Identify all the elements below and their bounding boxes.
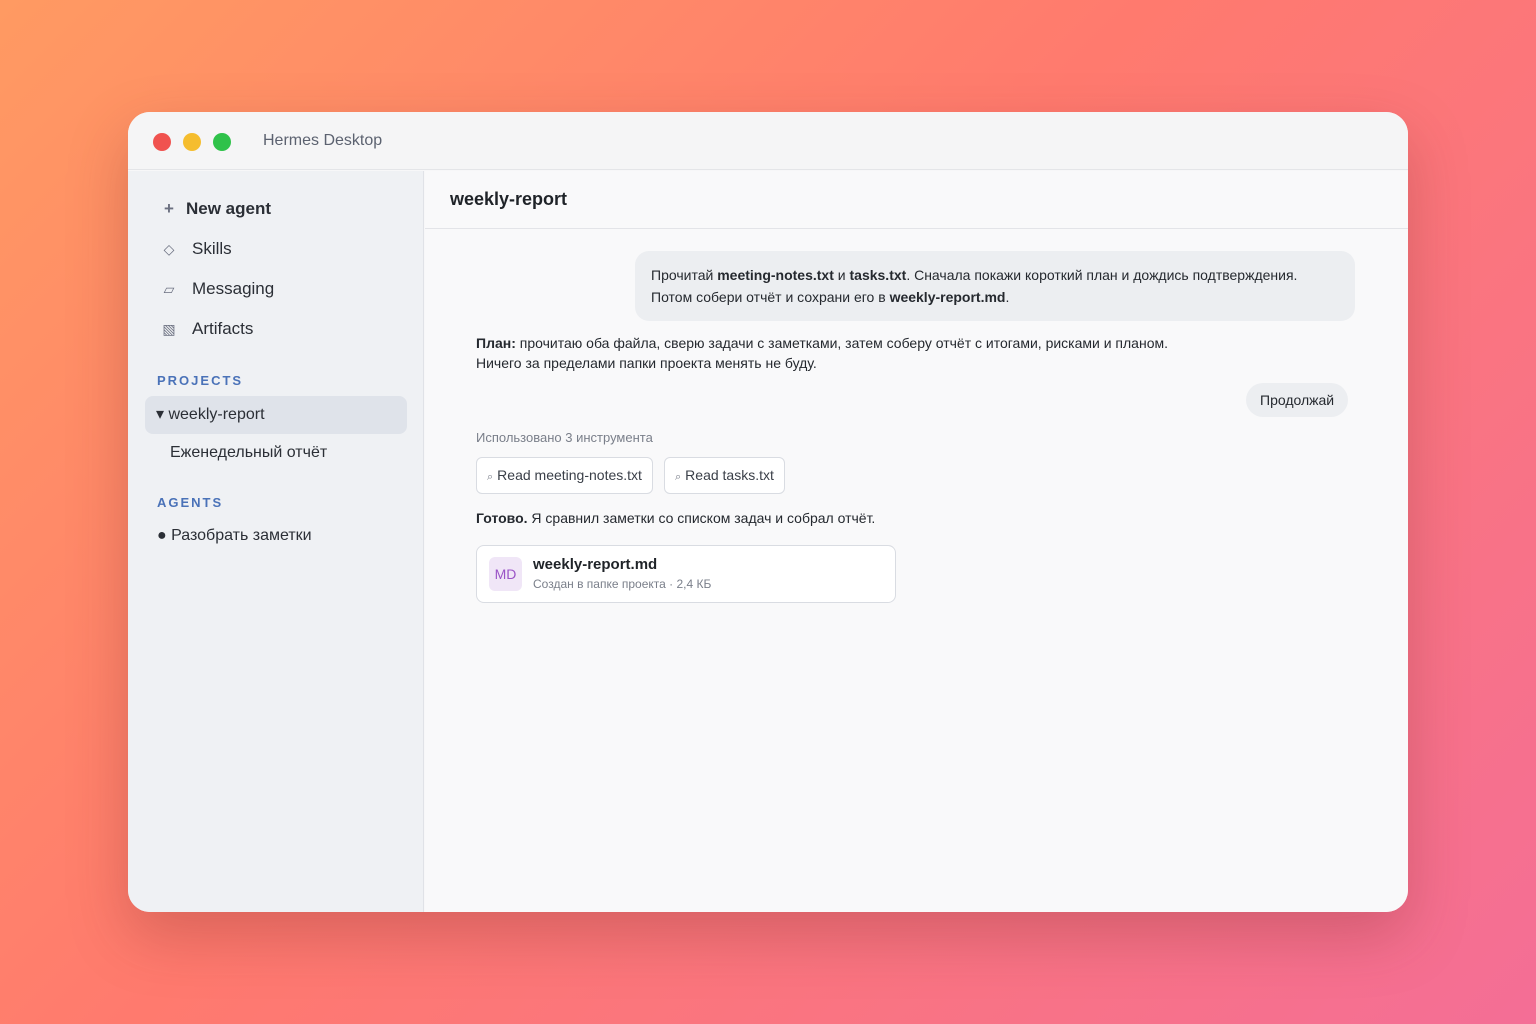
zoom-window-button[interactable]: [213, 133, 231, 151]
message-text: Прочитай: [651, 267, 718, 283]
tool-chip-read-tasks[interactable]: ⌕ Read tasks.txt: [664, 457, 785, 494]
file-meta: Создан в папке проекта · 2,4 КБ: [533, 577, 712, 591]
message-text: .: [1005, 289, 1010, 305]
file-ref: tasks.txt: [849, 267, 907, 283]
sidebar-item-skills[interactable]: ◇ Skills: [158, 239, 232, 259]
agent-item[interactable]: ● Разобрать заметки: [157, 527, 312, 545]
assistant-plan-message: План: прочитаю оба файла, сверю задачи с…: [476, 333, 1176, 373]
plan-text: прочитаю оба файла, сверю задачи с замет…: [476, 335, 1169, 371]
tool-chip-label: Read tasks.txt: [685, 467, 774, 483]
file-ref: weekly-report.md: [889, 289, 1006, 305]
sidebar-item-messaging[interactable]: ▱ Messaging: [158, 279, 275, 299]
projects-section-label: PROJECTS: [157, 373, 244, 388]
project-subitem-report[interactable]: Еженедельный отчёт: [170, 444, 327, 462]
assistant-done-message: Готово. Я сравнил заметки со списком зад…: [476, 510, 875, 526]
new-agent-label: New agent: [186, 199, 272, 218]
message-text: и: [833, 267, 850, 283]
file-artifact-card[interactable]: MD weekly-report.md Создан в папке проек…: [476, 545, 896, 603]
sidebar: + New agent ◇ Skills ▱ Messaging ▧ Artif…: [128, 171, 424, 912]
search-icon: ⌕: [487, 471, 494, 483]
sidebar-item-label: Messaging: [192, 279, 275, 298]
minimize-window-button[interactable]: [183, 133, 201, 151]
message-icon: ▱: [163, 280, 175, 297]
plan-label: План:: [476, 335, 516, 351]
app-window: Hermes Desktop + New agent ◇ Skills ▱ Me…: [128, 112, 1408, 912]
close-window-button[interactable]: [153, 133, 171, 151]
titlebar: Hermes Desktop: [128, 112, 1408, 170]
user-reply-continue: Продолжай: [1246, 383, 1349, 417]
project-item-weekly-report[interactable]: ▾ weekly-report: [145, 396, 407, 434]
sidebar-item-label: Artifacts: [192, 319, 254, 338]
search-icon: ⌕: [675, 471, 682, 483]
app-title: Hermes Desktop: [263, 132, 383, 149]
plus-icon: +: [164, 199, 174, 218]
tools-used-label[interactable]: Использовано 3 инструмента: [476, 430, 653, 445]
user-message: Прочитай meeting-notes.txt и tasks.txt. …: [635, 251, 1355, 321]
sidebar-item-label: Skills: [192, 239, 232, 258]
new-agent-button[interactable]: + New agent: [158, 199, 271, 219]
agents-section-label: AGENTS: [157, 495, 224, 510]
sidebar-item-artifacts[interactable]: ▧ Artifacts: [158, 319, 253, 339]
artifacts-icon: ▧: [162, 320, 176, 337]
tool-chip-read-meeting-notes[interactable]: ⌕ Read meeting-notes.txt: [476, 457, 653, 494]
chat-panel: weekly-report Прочитай meeting-notes.txt…: [425, 171, 1408, 912]
markdown-file-icon: MD: [489, 557, 522, 591]
done-label: Готово.: [476, 510, 528, 526]
file-ref: meeting-notes.txt: [717, 267, 834, 283]
done-text: Я сравнил заметки со списком задач и соб…: [527, 510, 876, 526]
file-name: weekly-report.md: [533, 556, 658, 573]
page-title: weekly-report: [450, 189, 568, 209]
diamond-icon: ◇: [163, 240, 175, 257]
chat-header: weekly-report: [425, 171, 1408, 229]
tool-chip-label: Read meeting-notes.txt: [497, 467, 642, 483]
